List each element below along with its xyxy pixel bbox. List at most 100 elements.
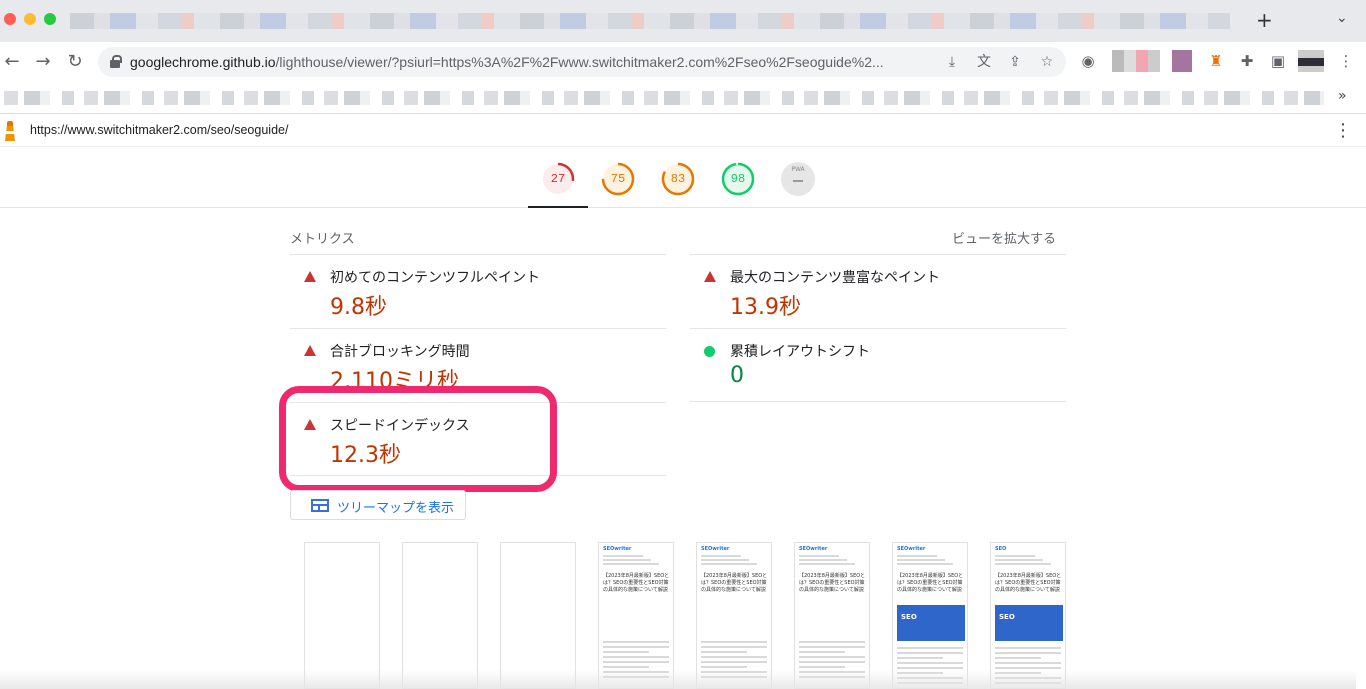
report-page-url[interactable]: https://www.switchitmaker2.com/seo/seogu… xyxy=(30,123,288,137)
bookmarks-bar: » xyxy=(0,82,1366,114)
address-bar[interactable]: googlechrome.github.io/lighthouse/viewer… xyxy=(98,47,1066,77)
frame-text-line xyxy=(603,661,669,663)
frame-text-line xyxy=(995,563,1051,565)
frame-text-line xyxy=(701,656,767,658)
extensions-icon[interactable]: ✚ xyxy=(1237,51,1257,71)
frame-site-logo: SEO xyxy=(995,546,1007,552)
metric-value: 9.8秒 xyxy=(330,295,387,320)
frame-text-line xyxy=(995,657,1041,659)
camera-icon[interactable]: ◉ xyxy=(1078,51,1098,71)
frame-text-line xyxy=(603,641,669,643)
profile-avatar[interactable] xyxy=(1298,50,1324,72)
frame-text-line xyxy=(603,646,669,648)
metric-value: 0 xyxy=(730,363,744,388)
pwa-dash xyxy=(793,180,803,182)
frame-article-title: 【2023年8月最新版】SEOとは？SEOの重要性とSEO対策の具体的な施策につ… xyxy=(897,573,964,593)
frame-text-line xyxy=(897,657,943,659)
pass-circle-icon xyxy=(704,346,715,357)
frame-text-line xyxy=(897,555,937,557)
score-gauges: 27 75 83 98 PWA xyxy=(0,148,1366,208)
close-window-button[interactable] xyxy=(4,13,16,25)
address-url[interactable]: googlechrome.github.io/lighthouse/viewer… xyxy=(130,54,884,70)
download-icon[interactable]: ⤓ xyxy=(943,53,961,71)
share-icon[interactable]: ⇪ xyxy=(1006,53,1024,71)
filmstrip-frame: SEO 【2023年8月最新版】SEOとは？SEOの重要性とSEO対策の具体的な施… xyxy=(990,542,1066,689)
kebab-icon[interactable]: ⋮ xyxy=(1336,51,1356,71)
frame-text-line xyxy=(799,563,855,565)
frame-text-line xyxy=(799,661,865,663)
filmstrip-frame xyxy=(402,542,478,689)
frame-text-line xyxy=(897,652,963,654)
metric-value: 13.9秒 xyxy=(730,295,801,320)
gauge-seo[interactable]: 98 xyxy=(721,162,755,196)
frame-text-line xyxy=(897,647,963,649)
frame-text-line xyxy=(995,555,1035,557)
zoom-window-button[interactable] xyxy=(44,13,56,25)
frame-text-line xyxy=(995,647,1061,649)
metrics-heading: メトリクス xyxy=(290,232,355,247)
browser-toolbar: ← → ↻ googlechrome.github.io/lighthouse/… xyxy=(0,42,1366,82)
frame-text-line xyxy=(995,667,1061,669)
frame-text-line xyxy=(897,563,953,565)
more-bookmarks-icon[interactable]: » xyxy=(1338,88,1347,104)
minimize-window-button[interactable] xyxy=(24,13,36,25)
translate-icon[interactable]: 文 xyxy=(975,53,993,71)
blurred-tabs[interactable] xyxy=(70,13,1230,29)
gauge-best-practices[interactable]: 83 xyxy=(661,162,695,196)
active-gauge-indicator xyxy=(528,206,588,208)
lock-icon[interactable] xyxy=(110,55,122,68)
frame-text-line xyxy=(603,666,649,668)
frame-article-title: 【2023年8月最新版】SEOとは？SEOの重要性とSEO対策の具体的な施策につ… xyxy=(995,573,1062,593)
forward-icon[interactable]: → xyxy=(31,50,55,74)
tab-search-chevron-icon[interactable]: ⌄ xyxy=(1336,10,1348,26)
frame-text-line xyxy=(701,651,747,653)
filmstrip-frame: SEOwriter 【2023年8月最新版】SEOとは？SEOの重要性とSEO対策… xyxy=(892,542,968,689)
frame-text-line xyxy=(799,641,865,643)
frame-text-line xyxy=(603,651,649,653)
frame-site-logo: SEOwriter xyxy=(603,546,632,552)
expand-view-toggle[interactable]: ビューを拡大する xyxy=(952,228,1056,247)
frame-text-line xyxy=(799,555,839,557)
sidepanel-icon[interactable]: ▣ xyxy=(1268,51,1288,71)
frame-text-line xyxy=(603,559,651,561)
new-tab-icon[interactable]: + xyxy=(1256,10,1273,30)
gauge-pwa[interactable]: PWA xyxy=(781,162,815,196)
extension-icon[interactable] xyxy=(1112,50,1160,72)
frame-text-line xyxy=(995,652,1061,654)
frame-text-line xyxy=(701,646,767,648)
frame-text-line xyxy=(701,563,757,565)
star-icon[interactable]: ☆ xyxy=(1038,53,1056,71)
frame-text-line xyxy=(995,559,1043,561)
frame-text-line xyxy=(603,656,669,658)
fail-triangle-icon xyxy=(304,345,316,356)
highlight-box-annotation xyxy=(279,386,557,492)
report-menu-icon[interactable]: ⋮ xyxy=(1334,121,1352,141)
frame-text-line xyxy=(701,661,767,663)
lighthouse-topbar: https://www.switchitmaker2.com/seo/seogu… xyxy=(0,115,1366,147)
frame-hero-image: SEO xyxy=(897,605,965,641)
frame-text-line xyxy=(799,656,865,658)
filmstrip-frame: SEOwriter 【2023年8月最新版】SEOとは？SEOの重要性とSEO対策… xyxy=(598,542,674,689)
frame-text-line xyxy=(799,651,845,653)
frame-text-line xyxy=(701,555,741,557)
reload-icon[interactable]: ↻ xyxy=(63,50,87,74)
back-icon[interactable]: ← xyxy=(0,50,24,74)
extension-icon[interactable] xyxy=(1172,50,1192,72)
frame-article-title: 【2023年8月最新版】SEOとは？SEOの重要性とSEO対策の具体的な施策につ… xyxy=(603,573,670,593)
frame-text-line xyxy=(799,646,865,648)
metric-cumulative-layout-shift: 累積レイアウトシフト 0 xyxy=(690,328,1066,402)
frame-text-line xyxy=(701,641,767,643)
lighthouse-extension-icon[interactable]: ♜ xyxy=(1206,51,1226,71)
treemap-icon xyxy=(311,499,329,512)
view-treemap-button[interactable]: ツリーマップを表示 xyxy=(290,490,466,520)
gauge-performance[interactable]: 27 xyxy=(541,162,575,196)
frame-text-line xyxy=(701,559,749,561)
tab-strip: + ⌄ xyxy=(0,0,1366,42)
frame-text-line xyxy=(897,662,963,664)
frame-hero-text: SEO xyxy=(999,613,1015,621)
filmstrip-frame: SEOwriter 【2023年8月最新版】SEOとは？SEOの重要性とSEO対策… xyxy=(696,542,772,689)
frame-text-line xyxy=(995,662,1061,664)
gauge-accessibility[interactable]: 75 xyxy=(601,162,635,196)
blurred-bookmarks[interactable] xyxy=(4,91,1324,105)
frame-article-title: 【2023年8月最新版】SEOとは？SEOの重要性とSEO対策の具体的な施策につ… xyxy=(799,573,866,593)
